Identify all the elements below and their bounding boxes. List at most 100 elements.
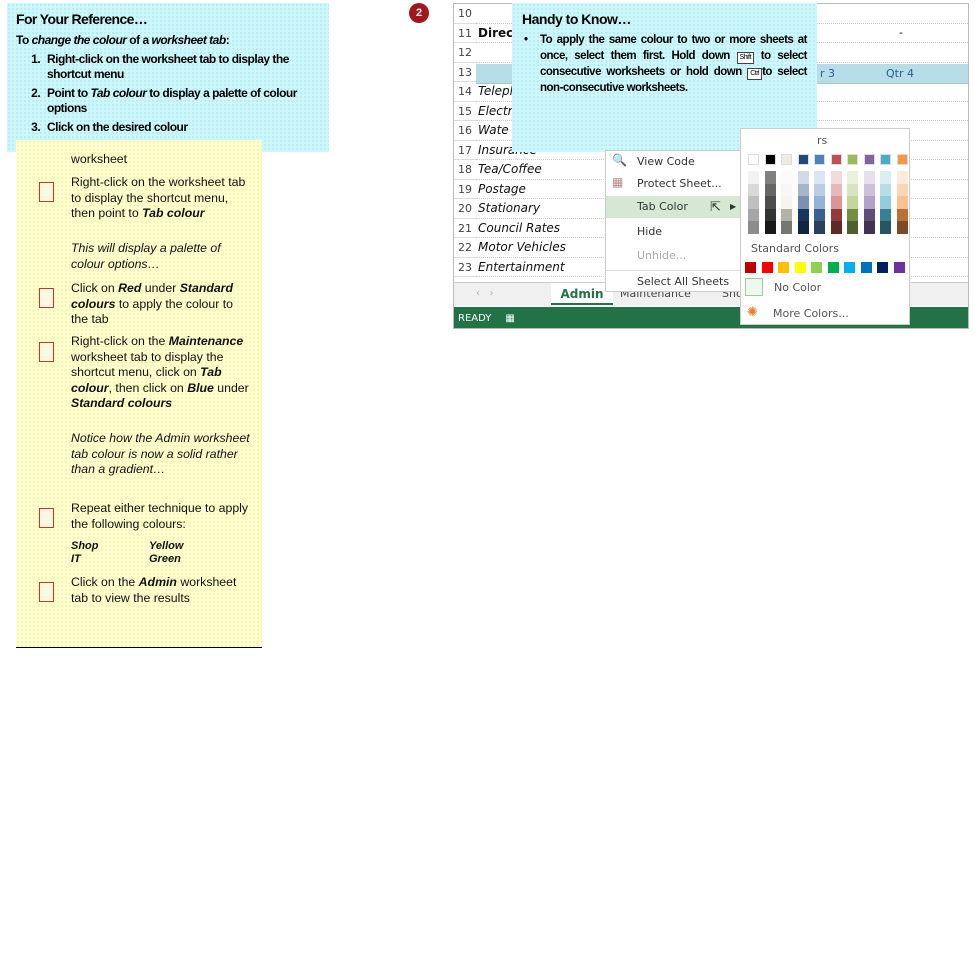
row-number[interactable]: 16 bbox=[454, 121, 476, 141]
row-number[interactable]: 14 bbox=[454, 82, 476, 102]
row-number[interactable]: 15 bbox=[454, 102, 476, 121]
shade-swatch[interactable] bbox=[830, 171, 842, 184]
theme-color-swatch[interactable] bbox=[880, 154, 891, 165]
standard-color-swatch[interactable] bbox=[778, 262, 789, 273]
shade-swatch[interactable] bbox=[814, 208, 825, 221]
shade-swatch[interactable] bbox=[748, 196, 759, 209]
row-number[interactable]: 11 bbox=[454, 24, 476, 43]
shade-swatch[interactable] bbox=[847, 208, 858, 221]
theme-color-swatch[interactable] bbox=[896, 154, 908, 165]
theme-color-swatch[interactable] bbox=[863, 154, 875, 165]
shade-swatch[interactable] bbox=[764, 183, 776, 196]
checkbox[interactable] bbox=[39, 182, 54, 202]
shade-swatch[interactable] bbox=[847, 221, 858, 234]
menu-item-select-all-sheets[interactable]: Select All Sheets bbox=[606, 270, 740, 292]
standard-color-swatch[interactable] bbox=[877, 262, 888, 273]
row-label[interactable]: Stationary bbox=[478, 201, 578, 215]
standard-color-swatch[interactable] bbox=[844, 262, 855, 273]
shade-swatch[interactable] bbox=[830, 208, 842, 221]
theme-color-swatch[interactable] bbox=[830, 154, 842, 165]
shade-swatch[interactable] bbox=[797, 196, 809, 209]
shade-swatch[interactable] bbox=[896, 208, 908, 221]
row-label[interactable]: Council Rates bbox=[478, 221, 578, 235]
menu-item-tab-color[interactable]: Tab Color ⇱ ▶ bbox=[606, 196, 740, 218]
row-label[interactable]: Motor Vehicles bbox=[478, 240, 578, 254]
shade-swatch[interactable] bbox=[896, 171, 908, 184]
shade-swatch[interactable] bbox=[880, 171, 891, 184]
theme-color-swatch[interactable] bbox=[781, 154, 792, 165]
row-number[interactable]: 21 bbox=[454, 219, 476, 238]
shade-swatch[interactable] bbox=[748, 221, 759, 234]
theme-color-swatch[interactable] bbox=[797, 154, 809, 165]
checkbox[interactable] bbox=[39, 582, 54, 602]
shade-swatch[interactable] bbox=[781, 183, 792, 196]
shade-swatch[interactable] bbox=[847, 196, 858, 209]
tab-scroll-arrows[interactable]: ‹ › bbox=[476, 288, 494, 299]
row-label[interactable]: Postage bbox=[478, 182, 578, 196]
shade-swatch[interactable] bbox=[896, 183, 908, 196]
menu-item-protect-sheet[interactable]: Protect Sheet... bbox=[606, 173, 740, 195]
shade-swatch[interactable] bbox=[830, 221, 842, 234]
row-number[interactable]: 18 bbox=[454, 160, 476, 180]
shade-swatch[interactable] bbox=[764, 171, 776, 184]
standard-color-swatch[interactable] bbox=[794, 262, 806, 273]
checkbox[interactable] bbox=[39, 288, 54, 308]
shade-swatch[interactable] bbox=[863, 221, 875, 234]
shade-swatch[interactable] bbox=[764, 208, 776, 221]
shade-swatch[interactable] bbox=[814, 171, 825, 184]
shade-swatch[interactable] bbox=[863, 183, 875, 196]
shade-swatch[interactable] bbox=[847, 171, 858, 184]
shade-swatch[interactable] bbox=[797, 221, 809, 234]
shade-swatch[interactable] bbox=[863, 171, 875, 184]
menu-item-view-code[interactable]: View Code bbox=[606, 151, 740, 173]
shade-swatch[interactable] bbox=[797, 208, 809, 221]
shade-swatch[interactable] bbox=[830, 183, 842, 196]
shade-swatch[interactable] bbox=[814, 221, 825, 234]
shade-swatch[interactable] bbox=[814, 183, 825, 196]
theme-color-swatch[interactable] bbox=[814, 154, 825, 165]
shade-swatch[interactable] bbox=[896, 196, 908, 209]
theme-color-swatch[interactable] bbox=[847, 154, 858, 165]
standard-color-swatch[interactable] bbox=[745, 262, 756, 273]
shade-swatch[interactable] bbox=[748, 183, 759, 196]
macro-record-icon[interactable]: ▦ bbox=[505, 313, 514, 324]
shade-swatch[interactable] bbox=[797, 183, 809, 196]
standard-color-swatch[interactable] bbox=[761, 262, 773, 273]
shade-swatch[interactable] bbox=[880, 183, 891, 196]
row-number[interactable]: 17 bbox=[454, 141, 476, 160]
standard-color-swatch[interactable] bbox=[827, 262, 839, 273]
row-number[interactable]: 10 bbox=[454, 4, 476, 24]
row-number[interactable]: 22 bbox=[454, 238, 476, 258]
shade-swatch[interactable] bbox=[863, 208, 875, 221]
menu-item-unhide[interactable]: Unhide... bbox=[606, 245, 740, 267]
shade-swatch[interactable] bbox=[880, 208, 891, 221]
checkbox[interactable] bbox=[39, 342, 54, 362]
menu-item-hide[interactable]: Hide bbox=[606, 221, 740, 243]
row-number[interactable]: 23 bbox=[454, 258, 476, 277]
shade-swatch[interactable] bbox=[830, 196, 842, 209]
shade-swatch[interactable] bbox=[781, 171, 792, 184]
no-color-option[interactable]: No Color bbox=[774, 281, 821, 294]
standard-color-swatch[interactable] bbox=[893, 262, 905, 273]
shade-swatch[interactable] bbox=[863, 196, 875, 209]
shade-swatch[interactable] bbox=[748, 208, 759, 221]
shade-swatch[interactable] bbox=[748, 171, 759, 184]
theme-color-swatch[interactable] bbox=[748, 154, 759, 165]
shade-swatch[interactable] bbox=[797, 171, 809, 184]
row-number[interactable]: 19 bbox=[454, 180, 476, 199]
more-colors-option[interactable]: More Colors... bbox=[773, 307, 849, 320]
shade-swatch[interactable] bbox=[880, 196, 891, 209]
shade-swatch[interactable] bbox=[781, 208, 792, 221]
shade-swatch[interactable] bbox=[814, 196, 825, 209]
tab-admin[interactable]: Admin bbox=[551, 283, 613, 305]
shade-swatch[interactable] bbox=[781, 196, 792, 209]
theme-color-swatch[interactable] bbox=[764, 154, 776, 165]
standard-color-swatch[interactable] bbox=[860, 262, 872, 273]
shade-swatch[interactable] bbox=[847, 183, 858, 196]
shade-swatch[interactable] bbox=[764, 221, 776, 234]
row-number[interactable]: 20 bbox=[454, 199, 476, 219]
row-label[interactable]: Entertainment bbox=[478, 260, 578, 274]
shade-swatch[interactable] bbox=[781, 221, 792, 234]
standard-color-swatch[interactable] bbox=[811, 262, 822, 273]
shade-swatch[interactable] bbox=[896, 221, 908, 234]
